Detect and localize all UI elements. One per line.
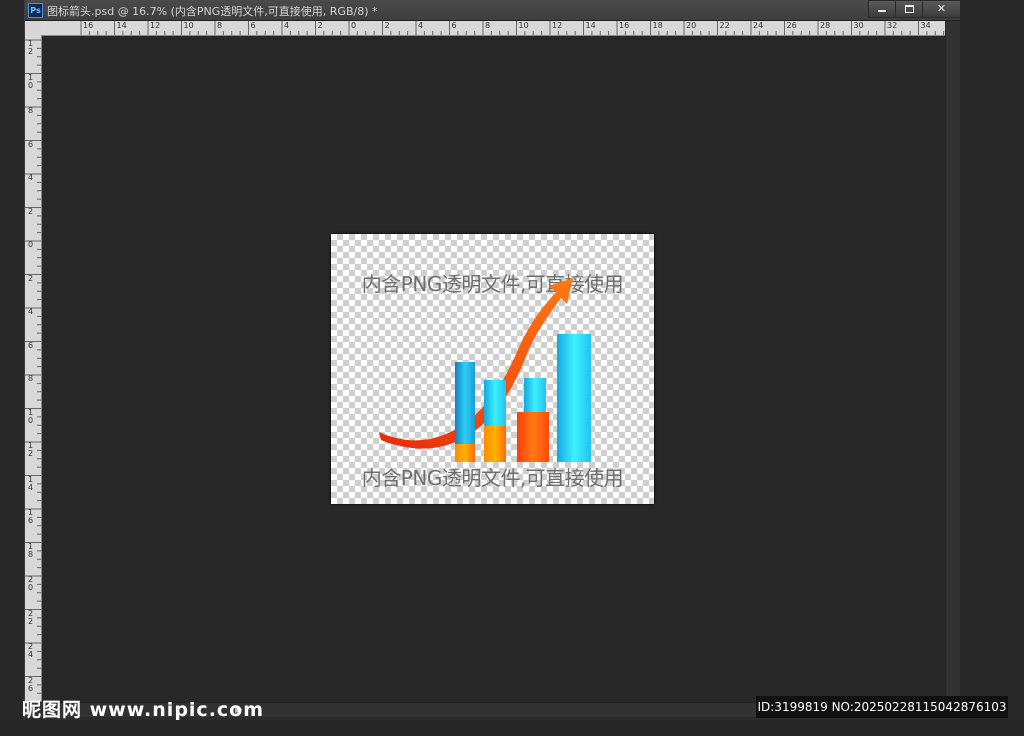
- ruler-h-label: 4: [418, 21, 424, 30]
- ruler-origin[interactable]: [25, 21, 42, 36]
- bar-1-base: [455, 444, 475, 462]
- ruler-h-label: 24: [753, 21, 764, 30]
- ruler-v-label: 2: [27, 206, 34, 216]
- ruler-h-label: 4: [284, 21, 290, 30]
- minimize-button[interactable]: [868, 0, 896, 18]
- ruler-v-label: 8: [27, 374, 34, 383]
- ruler-h-label: 14: [116, 21, 127, 30]
- ruler-h-label: 18: [652, 21, 663, 30]
- ruler-h-label: 12: [552, 21, 563, 30]
- ruler-h-label: 8: [485, 21, 491, 30]
- ruler-h-label: 26: [786, 21, 797, 30]
- ruler-h-label: 16: [619, 21, 630, 30]
- ruler-h-label: 6: [250, 21, 256, 30]
- horizontal-ruler-ticks: [80, 21, 945, 35]
- ruler-h-label: 2: [317, 21, 323, 30]
- document-title: 图标箭头.psd @ 16.7% (内含PNG透明文件,可直接使用, RGB/8…: [47, 5, 378, 18]
- photoshop-app-icon: Ps: [28, 3, 43, 18]
- ruler-v-label: 0: [27, 240, 34, 249]
- ruler-v-label: 4: [27, 173, 34, 182]
- ruler-v-label: 24: [27, 642, 34, 659]
- watermark-id: ID:3199819 NO:20250228115042876103: [756, 696, 1008, 718]
- ruler-v-label: 12: [27, 441, 34, 458]
- vertical-ruler-ticks: [25, 39, 41, 703]
- ruler-v-label: 4: [27, 307, 34, 316]
- ruler-h-label: 28: [820, 21, 831, 30]
- bar-2: [484, 380, 506, 426]
- ruler-v-label: 20: [27, 575, 34, 592]
- ruler-h-label: 20: [686, 21, 697, 30]
- ruler-v-label: 14: [27, 474, 34, 492]
- bar-4: [557, 334, 591, 462]
- ruler-v-label: 8: [27, 106, 34, 115]
- ruler-h-label: 30: [853, 21, 864, 30]
- ruler-h-label: 10: [183, 21, 194, 30]
- ruler-h-label: 0: [351, 21, 357, 30]
- ruler-h-label: 6: [451, 21, 457, 30]
- bar-2-base: [484, 426, 506, 462]
- bar-3: [524, 378, 546, 412]
- bar-1: [455, 362, 475, 444]
- ruler-h-label: 12: [150, 21, 161, 30]
- ruler-h-label: 22: [719, 21, 730, 30]
- ruler-v-label: 16: [27, 508, 34, 525]
- ruler-v-label: 12: [27, 39, 34, 56]
- ruler-v-label: 10: [27, 407, 34, 425]
- ruler-h-label: 10: [518, 21, 529, 30]
- ruler-h-label: 16: [83, 21, 94, 30]
- watermark-logo: 昵图网 www.nipic.com: [22, 699, 265, 721]
- minimize-icon: [878, 10, 886, 12]
- canvas-text-bottom: 内含PNG透明文件,可直接使用: [361, 466, 624, 490]
- ruler-h-label: 32: [887, 21, 898, 30]
- ruler-h-label: 34: [920, 21, 931, 30]
- bar-3-base: [517, 412, 549, 462]
- ruler-h-label: 8: [217, 21, 223, 30]
- maximize-icon: [904, 5, 914, 13]
- ruler-h-label: 2: [384, 21, 390, 30]
- ruler-v-label: 6: [27, 340, 34, 350]
- bottom-strip: [0, 720, 1024, 736]
- vertical-ruler[interactable]: 1210864202468101214161820222426: [25, 35, 42, 705]
- ruler-v-label: 26: [27, 675, 34, 693]
- maximize-button[interactable]: [895, 0, 923, 18]
- left-margin: [0, 0, 24, 736]
- close-button[interactable]: ✕: [922, 0, 961, 18]
- ruler-v-label: 22: [27, 608, 34, 626]
- image-canvas[interactable]: 内含PNG透明文件,可直接使用 内含PNG透明文件,可直接使用: [331, 234, 654, 504]
- ruler-v-label: 10: [27, 72, 34, 90]
- close-icon: ✕: [936, 2, 947, 15]
- document-tab-titlebar[interactable]: Ps 图标箭头.psd @ 16.7% (内含PNG透明文件,可直接使用, RG…: [25, 0, 961, 21]
- horizontal-ruler[interactable]: 16 14 12 10 8 6 4 2 0 2 4 6 8 10 12 14 16 18 20 22 24 26 28 30 3…: [41, 21, 945, 36]
- ruler-h-label: 14: [585, 21, 596, 30]
- vertical-scrollbar[interactable]: [945, 21, 960, 705]
- ruler-v-label: 6: [27, 139, 34, 149]
- right-margin: [960, 0, 1024, 736]
- ruler-v-label: 2: [27, 273, 34, 283]
- ruler-v-label: 18: [27, 541, 34, 559]
